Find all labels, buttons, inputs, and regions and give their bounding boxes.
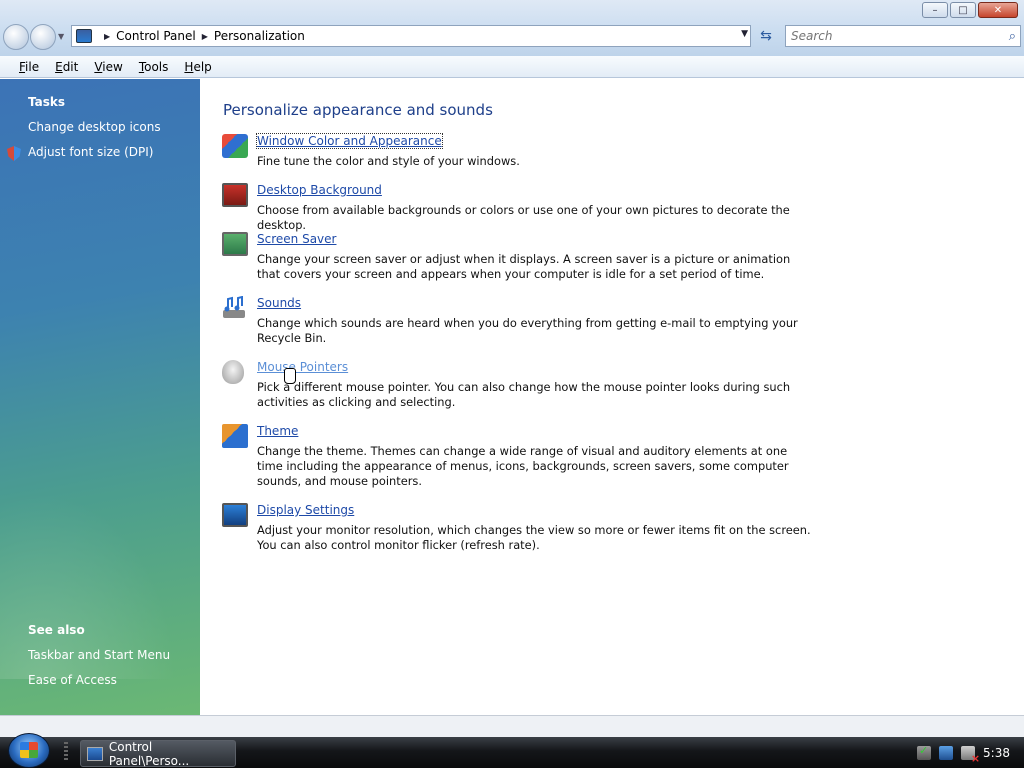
item-description: Change your screen saver or adjust when … <box>257 252 791 281</box>
chevron-right-icon[interactable]: ▶ <box>104 32 110 41</box>
close-button[interactable]: ✕ <box>978 2 1018 18</box>
minimize-button[interactable]: – <box>922 2 948 18</box>
item-description: Choose from available backgrounds or col… <box>257 203 790 232</box>
system-tray: 5:38 <box>904 737 1024 768</box>
search-input[interactable] <box>786 29 991 43</box>
network-icon[interactable] <box>939 745 954 760</box>
screen-saver-link[interactable]: Screen Saver <box>257 232 336 246</box>
menu-help[interactable]: Help <box>184 60 211 74</box>
display-settings-icon[interactable] <box>222 503 248 527</box>
search-box: ⌕ <box>785 25 1021 47</box>
window-color-appearance-link[interactable]: Window Color and Appearance <box>256 133 443 149</box>
window-controls: – □ ✕ <box>922 2 1018 18</box>
security-center-icon[interactable] <box>917 744 932 760</box>
chevron-down-icon[interactable]: ▼ <box>741 29 748 39</box>
sidebar: Tasks Change desktop icons Adjust font s… <box>0 79 200 715</box>
tasks-heading: Tasks <box>28 95 66 109</box>
item-description: Change which sounds are heard when you d… <box>257 316 798 345</box>
ease-of-access-link[interactable]: Ease of Access <box>28 673 117 687</box>
taskbar-control-panel-button[interactable]: Control Panel\Perso... <box>80 739 236 768</box>
control-panel-icon <box>87 746 103 761</box>
maximize-button[interactable]: □ <box>950 2 976 18</box>
status-bar <box>0 715 1024 737</box>
menu-tools[interactable]: Tools <box>139 60 169 74</box>
recent-pages-dropdown[interactable]: ▼ <box>58 32 64 41</box>
mouse-pointers-icon[interactable] <box>222 360 244 384</box>
taskbar-button-label: Control Panel\Perso... <box>108 739 190 768</box>
theme-icon[interactable] <box>222 424 248 448</box>
uac-shield-icon <box>7 146 21 161</box>
page-title: Personalize appearance and sounds <box>223 101 493 119</box>
item-description: Pick a different mouse pointer. You can … <box>257 380 791 409</box>
volume-muted-icon[interactable] <box>961 745 980 765</box>
windows-logo-icon <box>20 742 38 758</box>
item-description: Fine tune the color and style of your wi… <box>257 154 520 168</box>
change-desktop-icons-link[interactable]: Change desktop icons <box>28 120 161 134</box>
main-content: Personalize appearance and sounds Window… <box>200 79 1024 715</box>
theme-link[interactable]: Theme <box>257 424 298 438</box>
forward-button[interactable] <box>30 24 56 50</box>
menu-edit[interactable]: Edit <box>55 60 78 74</box>
sounds-link[interactable]: Sounds <box>257 296 301 310</box>
desktop-background-link[interactable]: Desktop Background <box>257 183 382 197</box>
item-description: Change the theme. Themes can change a wi… <box>257 444 789 488</box>
display-settings-link[interactable]: Display Settings <box>257 503 354 517</box>
chevron-right-icon[interactable]: ▶ <box>202 32 208 41</box>
breadcrumb-personalization[interactable]: Personalization <box>214 29 305 43</box>
hand-cursor-icon <box>284 368 296 384</box>
window-color-icon[interactable] <box>222 134 248 158</box>
menu-bar: File Edit View Tools Help <box>0 56 1024 78</box>
adjust-font-size-link[interactable]: Adjust font size (DPI) <box>28 145 153 159</box>
sounds-icon[interactable] <box>222 296 248 320</box>
search-icon[interactable]: ⌕ <box>1009 29 1016 44</box>
see-also-heading: See also <box>28 623 85 637</box>
back-button[interactable] <box>3 24 29 50</box>
address-bar[interactable]: ▶ Control Panel ▶ Personalization ▼ <box>71 25 751 47</box>
screen-saver-icon[interactable] <box>222 232 248 256</box>
breadcrumb-control-panel[interactable]: Control Panel <box>116 29 196 43</box>
menu-file[interactable]: File <box>19 60 39 74</box>
mouse-pointers-link[interactable]: Mouse Pointers <box>257 360 348 374</box>
taskbar-start-menu-link[interactable]: Taskbar and Start Menu <box>28 648 170 662</box>
sidebar-decoration <box>0 459 200 679</box>
desktop-background-icon[interactable] <box>222 183 248 207</box>
taskbar-grip[interactable] <box>64 742 68 762</box>
clock[interactable]: 5:38 <box>983 746 1010 760</box>
control-panel-icon <box>76 29 92 43</box>
menu-view[interactable]: View <box>94 60 122 74</box>
refresh-button[interactable]: ⇆ <box>754 25 778 47</box>
item-description: Adjust your monitor resolution, which ch… <box>257 523 811 552</box>
